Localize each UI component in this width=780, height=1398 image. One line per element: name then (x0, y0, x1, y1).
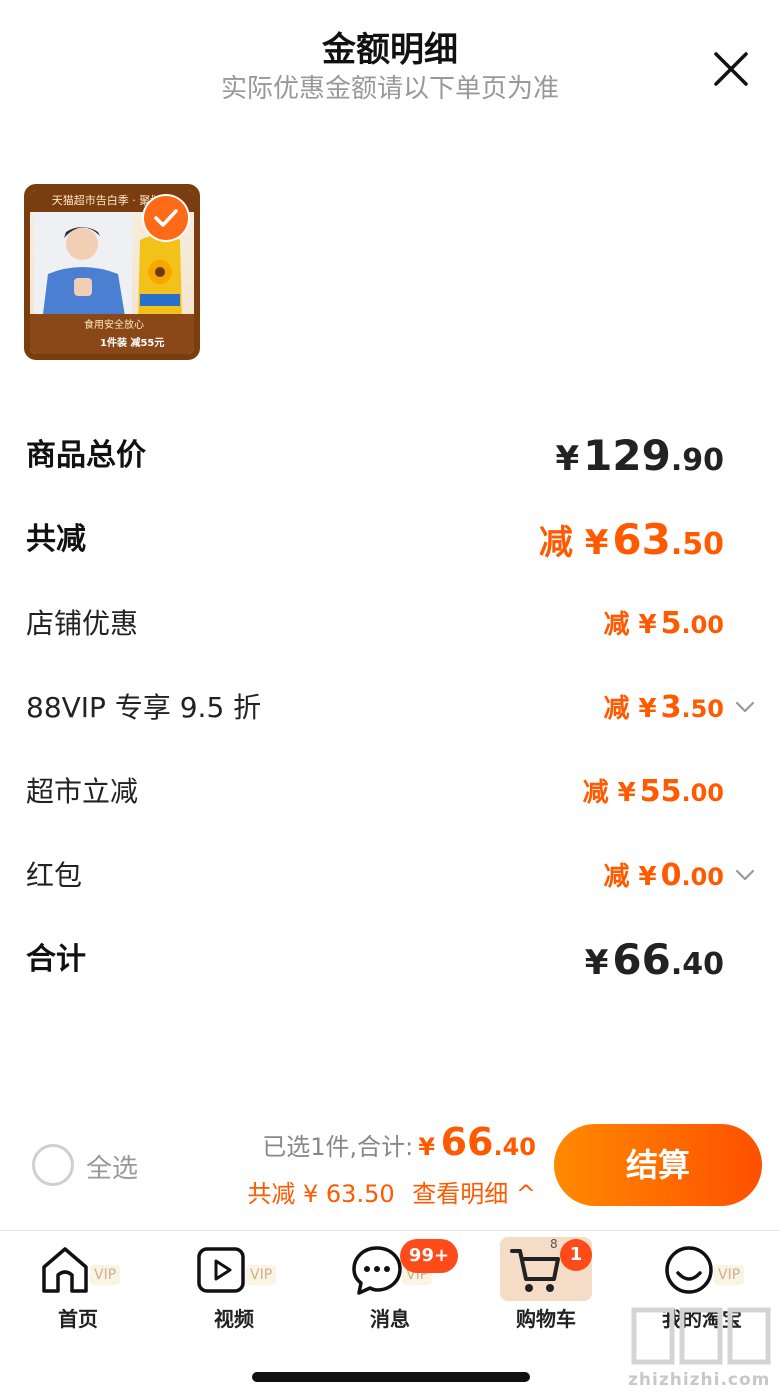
selected-total: ¥ 66.40 (418, 1120, 536, 1164)
amount-decimal: .40 (670, 947, 724, 982)
row-label: 商品总价 (26, 438, 146, 473)
row-label: 88VIP 专享 9.5 折 (26, 691, 262, 724)
amount-prefix: 减 ¥ (603, 694, 657, 724)
tab-home[interactable]: VIP 首页 (0, 1231, 156, 1341)
amount-prefix: ¥ (555, 439, 580, 479)
product-foot: 食用安全放心 1件装 减55元 (30, 314, 194, 354)
amount-integer: 5 (660, 606, 682, 641)
product-foot-line2: 1件装 减55元 (100, 338, 165, 349)
row-label: 超市立减 (26, 775, 139, 808)
row-label: 共减 (26, 522, 86, 557)
amount-integer: 0 (660, 858, 682, 893)
row-label: 店铺优惠 (26, 607, 139, 640)
total-int: 66 (440, 1120, 494, 1164)
row-subtotal: 商品总价 ¥129.90 (0, 426, 780, 486)
message-icon (352, 1246, 402, 1295)
amount-decimal: .00 (681, 611, 724, 639)
row-total-discount: 共减 减 ¥63.50 (0, 510, 780, 570)
video-icon (197, 1247, 245, 1293)
tab-cart[interactable]: 8 1 购物车 (468, 1231, 624, 1341)
row-vip-discount[interactable]: 88VIP 专享 9.5 折 减 ¥3.50 (0, 678, 780, 738)
tab-label: 视频 (214, 1307, 254, 1331)
vip-badge: VIP (246, 1265, 277, 1285)
discount-total-text: 共减 ¥ 63.50 (247, 1180, 395, 1208)
discount-summary: 共减 ¥ 63.50 查看明细 ^ (247, 1174, 536, 1209)
selected-check-icon[interactable] (144, 196, 188, 240)
amount-decimal: .50 (681, 695, 724, 723)
total-dec: .40 (493, 1133, 536, 1161)
checkout-button[interactable]: 结算 (554, 1124, 762, 1206)
chevron-down-icon[interactable] (734, 864, 756, 886)
vip-badge: VIP (714, 1265, 745, 1285)
header: 金额明细 实际优惠金额请以下单页为准 (0, 0, 780, 120)
tab-label: 消息 (370, 1307, 410, 1331)
amount-prefix: 减 ¥ (603, 862, 657, 892)
select-all-label[interactable]: 全选 (86, 1148, 138, 1185)
amount-decimal: .00 (681, 863, 724, 891)
select-all-radio[interactable] (32, 1144, 74, 1186)
amount-integer: 55 (639, 774, 682, 809)
row-amount: ¥66.40 (585, 930, 724, 999)
cart-icon (510, 1249, 560, 1292)
amount-integer: 129 (583, 431, 671, 480)
row-supermarket-discount: 超市立减 减 ¥55.00 (0, 762, 780, 822)
cart-small-text: 8 (550, 1237, 558, 1251)
amount-prefix: 减 ¥ (603, 610, 657, 640)
chevron-down-icon[interactable] (734, 696, 756, 718)
home-indicator (252, 1372, 530, 1382)
row-amount: ¥129.90 (556, 426, 725, 495)
product-foot-line1: 食用安全放心 (84, 320, 144, 331)
amount-integer: 66 (612, 935, 671, 984)
amount-integer: 3 (660, 690, 682, 725)
row-grand-total: 合计 ¥66.40 (0, 930, 780, 990)
selected-summary: 已选1件,合计: ¥ 66.40 (262, 1120, 536, 1164)
row-red-packet[interactable]: 红包 减 ¥0.00 (0, 846, 780, 906)
settlement-bar: 全选 已选1件,合计: ¥ 66.40 共减 ¥ 63.50 查看明细 ^ 结算 (0, 1110, 780, 1228)
amount-prefix: 减 ¥ (582, 778, 636, 808)
amount-integer: 63 (612, 515, 671, 564)
page-title: 金额明细 (322, 30, 458, 70)
row-label: 红包 (26, 859, 83, 892)
home-icon (42, 1247, 88, 1293)
tab-video[interactable]: VIP 视频 (156, 1231, 312, 1341)
amount-prefix: ¥ (584, 943, 609, 983)
row-amount: 减 ¥5.00 (603, 594, 724, 658)
amount-prefix: 减 ¥ (538, 523, 609, 563)
tab-label: 首页 (58, 1307, 98, 1331)
row-amount: 减 ¥63.50 (539, 510, 724, 579)
vip-badge: VIP (90, 1265, 121, 1285)
row-amount: 减 ¥55.00 (583, 762, 724, 826)
total-currency: ¥ (418, 1133, 436, 1161)
row-label: 合计 (26, 942, 86, 977)
close-icon[interactable] (710, 48, 752, 90)
tab-messages[interactable]: VIP 99+ 消息 (312, 1231, 468, 1341)
selected-count-text: 已选1件,合计: (262, 1133, 414, 1161)
watermark-text: zhizhizhi.com (628, 1370, 771, 1390)
row-store-discount: 店铺优惠 减 ¥5.00 (0, 594, 780, 654)
cart-count-badge: 1 (560, 1239, 592, 1271)
spokesperson-image (34, 212, 132, 322)
profile-icon (665, 1246, 713, 1294)
row-amount: 减 ¥0.00 (603, 846, 724, 910)
view-detail-link[interactable]: 查看明细 ^ (412, 1180, 536, 1208)
amount-decimal: .90 (670, 443, 724, 478)
unread-badge: 99+ (400, 1239, 458, 1273)
tab-label: 购物车 (516, 1307, 576, 1331)
amount-decimal: .50 (670, 527, 724, 562)
amount-decimal: .00 (681, 779, 724, 807)
page-subtitle: 实际优惠金额请以下单页为准 (220, 74, 559, 104)
row-amount: 减 ¥3.50 (603, 678, 724, 742)
